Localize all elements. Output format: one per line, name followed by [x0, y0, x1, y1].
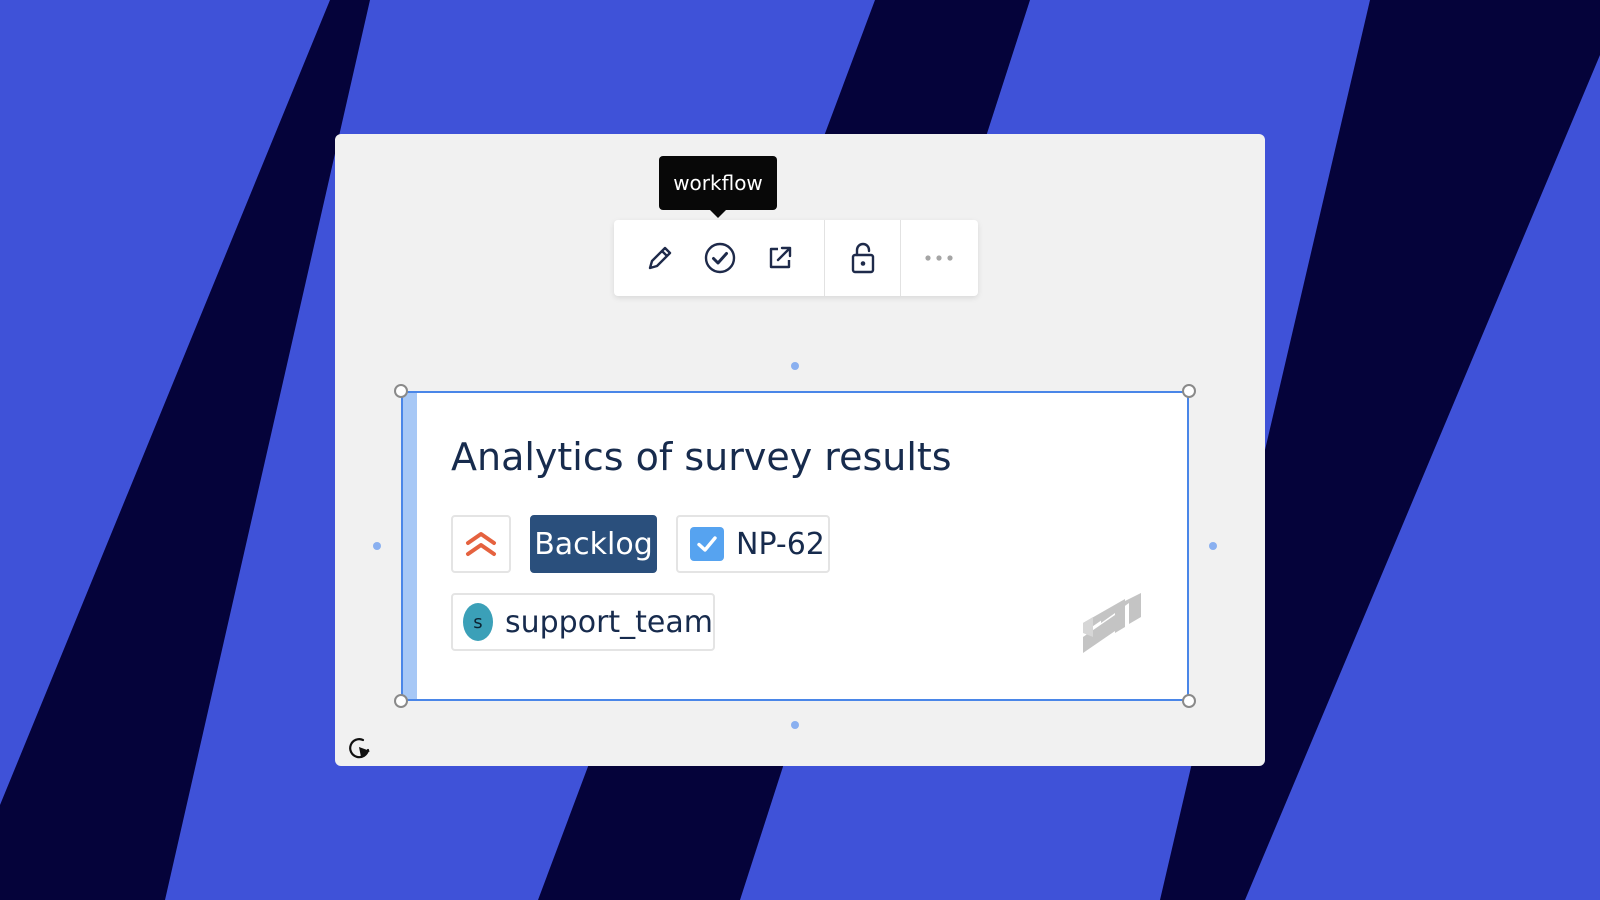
card-title: Analytics of survey results — [451, 435, 952, 479]
connector-dot-left[interactable] — [373, 542, 381, 550]
check-circle-icon — [704, 242, 736, 274]
toolbar-main-group — [614, 220, 824, 296]
assignee-chip[interactable]: s support_team — [451, 593, 715, 651]
more-horizontal-icon — [925, 255, 953, 261]
card-accent-bar — [403, 393, 417, 699]
jira-issue-card[interactable]: Analytics of survey results Backlog NP-6… — [401, 391, 1189, 701]
connector-dot-bottom[interactable] — [791, 721, 799, 729]
resize-handle-top-left[interactable] — [394, 384, 408, 398]
issue-type-task-icon — [690, 527, 724, 561]
issue-key-chip[interactable]: NP-62 — [676, 515, 830, 573]
open-external-button[interactable] — [750, 228, 810, 288]
workflow-tooltip: workflow — [659, 156, 777, 218]
workflow-button[interactable] — [690, 228, 750, 288]
resize-handle-top-right[interactable] — [1182, 384, 1196, 398]
tooltip-text: workflow — [673, 171, 763, 195]
unlock-icon — [851, 242, 874, 274]
connector-dot-right[interactable] — [1209, 542, 1217, 550]
edit-button[interactable] — [630, 228, 690, 288]
more-options-button[interactable] — [909, 228, 969, 288]
toolbar-more-group — [901, 220, 977, 296]
assignee-name: support_team — [504, 604, 713, 640]
resize-handle-bottom-left[interactable] — [394, 694, 408, 708]
status-chip[interactable]: Backlog — [530, 515, 657, 573]
priority-highest-icon — [466, 532, 496, 556]
issue-key-label: NP-62 — [736, 526, 825, 562]
rotate-icon[interactable] — [346, 734, 374, 762]
status-label: Backlog — [534, 526, 653, 562]
toolbar-lock-group — [825, 220, 900, 296]
pencil-icon — [648, 246, 672, 270]
jira-logo — [1083, 593, 1141, 653]
open-external-icon — [769, 246, 792, 269]
connector-dot-top[interactable] — [791, 362, 799, 370]
priority-chip[interactable] — [451, 515, 511, 573]
card-toolbar — [614, 220, 978, 296]
lock-button[interactable] — [833, 228, 893, 288]
resize-handle-bottom-right[interactable] — [1182, 694, 1196, 708]
avatar: s — [463, 603, 493, 641]
